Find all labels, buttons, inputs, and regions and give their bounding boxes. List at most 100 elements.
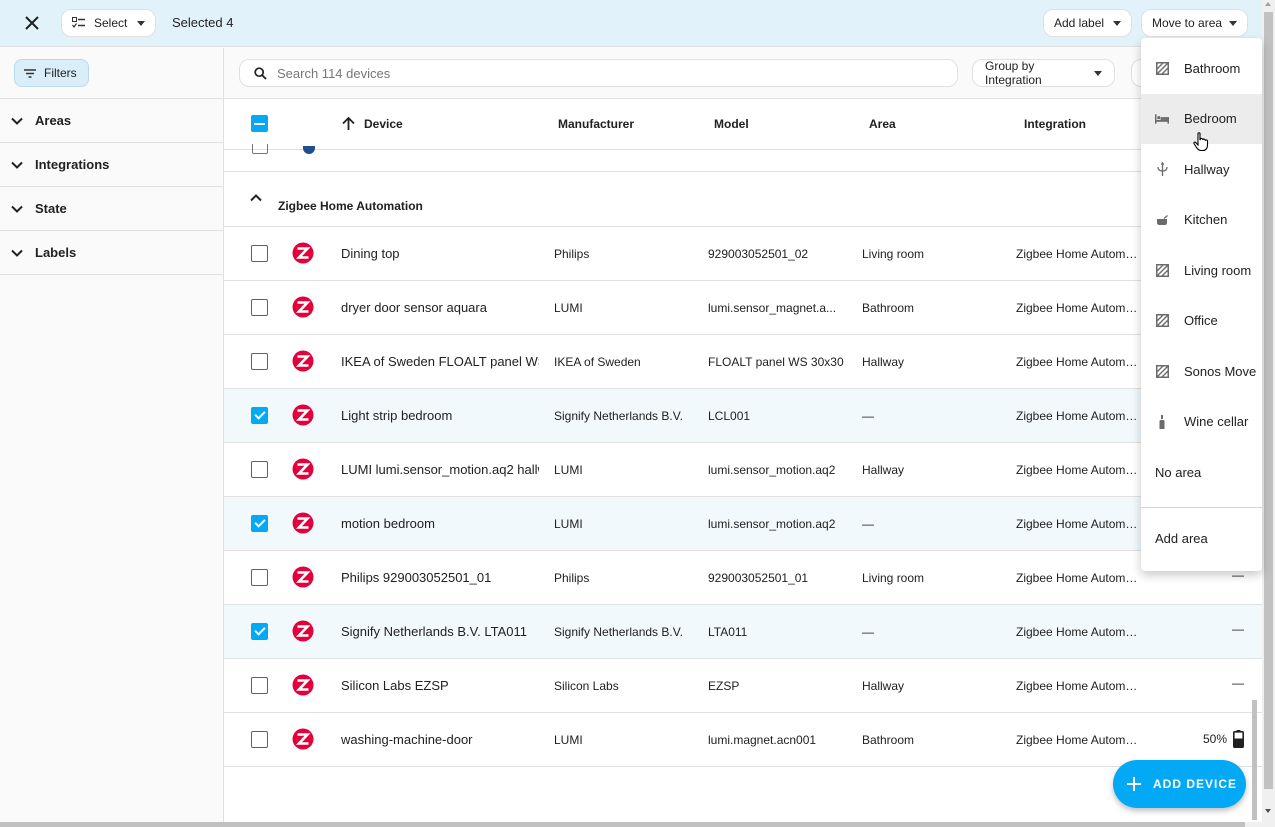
filters-toggle-button[interactable]: Filters — [14, 59, 89, 87]
zigbee-icon — [292, 674, 314, 696]
zigbee-icon — [292, 242, 314, 264]
device-integration: Zigbee Home Automation — [1016, 355, 1142, 369]
group-header-zigbee[interactable]: Zigbee Home Automation — [224, 172, 1262, 227]
zigbee-icon — [292, 728, 314, 750]
caret-down-icon — [137, 21, 145, 26]
row-checkbox[interactable] — [251, 245, 268, 262]
menu-item-area[interactable]: Office — [1141, 296, 1262, 347]
close-icon — [25, 16, 39, 30]
row-checkbox[interactable] — [251, 461, 268, 478]
texture-icon — [1155, 314, 1169, 328]
add-label-button[interactable]: Add label — [1043, 9, 1132, 37]
bed-icon — [1155, 112, 1169, 126]
filter-section-areas[interactable]: Areas — [0, 99, 223, 143]
page-vertical-scrollbar[interactable] — [1262, 0, 1275, 822]
menu-item-area[interactable]: Living room — [1141, 245, 1262, 296]
scrollbar-thumb[interactable] — [0, 822, 1245, 827]
menu-item-label: Wine cellar — [1184, 414, 1248, 429]
caret-down-icon — [1229, 21, 1237, 26]
table-row[interactable]: Signify Netherlands B.V. LTA011Signify N… — [224, 605, 1262, 659]
column-header-area[interactable]: Area — [869, 117, 896, 131]
plus-icon — [1127, 777, 1141, 791]
add-label-text: Add label — [1054, 16, 1104, 30]
table-row[interactable]: Dining topPhilips929003052501_02Living r… — [224, 227, 1262, 281]
menu-item-area[interactable]: Bedroom — [1141, 94, 1262, 145]
menu-item-no-area[interactable]: No area — [1141, 447, 1262, 498]
device-model: lumi.magnet.acn001 — [708, 733, 848, 747]
select-mode-button[interactable]: Select — [61, 9, 156, 37]
menu-item-area[interactable]: Hallway — [1141, 144, 1262, 195]
table-row[interactable]: LUMI lumi.sensor_motion.aq2 hallwayLUMIl… — [224, 443, 1262, 497]
menu-item-area[interactable]: Wine cellar — [1141, 397, 1262, 448]
move-to-area-button[interactable]: Move to area — [1141, 9, 1248, 37]
menu-item-add-area[interactable]: Add area — [1141, 508, 1262, 570]
row-checkbox[interactable] — [251, 731, 268, 748]
device-integration: Zigbee Home Automation — [1016, 517, 1142, 531]
menu-item-area[interactable]: Sonos Move — [1141, 346, 1262, 397]
menu-item-area[interactable]: Kitchen — [1141, 195, 1262, 246]
bottle-icon — [1155, 415, 1169, 429]
filters-header: Filters — [0, 48, 223, 99]
page-horizontal-scrollbar[interactable] — [0, 822, 1275, 827]
row-checkbox[interactable] — [251, 569, 268, 586]
scroll-down-arrow-icon[interactable] — [1265, 809, 1271, 813]
scroll-up-arrow-icon[interactable] — [1265, 2, 1271, 6]
exit-selection-button[interactable] — [20, 11, 44, 35]
device-integration: Zigbee Home Automation — [1016, 733, 1142, 747]
menu-item-label: Bathroom — [1184, 61, 1240, 76]
row-checkbox[interactable] — [252, 144, 268, 154]
device-model: lumi.sensor_motion.aq2 — [708, 463, 848, 477]
selected-count: Selected 4 — [172, 15, 233, 30]
table-row-partial — [224, 150, 1262, 172]
filter-section-label: Integrations — [35, 157, 109, 172]
group-by-label: Group by Integration — [985, 59, 1094, 87]
select-all-checkbox[interactable] — [251, 115, 268, 132]
device-manufacturer: LUMI — [554, 517, 583, 531]
table-row[interactable]: washing-machine-doorLUMIlumi.magnet.acn0… — [224, 713, 1262, 767]
device-area: Bathroom — [862, 301, 914, 315]
device-area: — — [862, 625, 874, 639]
column-header-integration[interactable]: Integration — [1024, 117, 1086, 131]
device-manufacturer: Signify Netherlands B.V. — [554, 409, 683, 423]
add-device-button[interactable]: ADD DEVICE — [1113, 760, 1246, 808]
filter-section-state[interactable]: State — [0, 187, 223, 231]
filter-section-integrations[interactable]: Integrations — [0, 143, 223, 187]
row-checkbox[interactable] — [251, 353, 268, 370]
row-checkbox[interactable] — [251, 299, 268, 316]
menu-item-label: Living room — [1184, 263, 1251, 278]
table-scrollbar-thumb[interactable] — [1252, 700, 1257, 820]
group-by-button[interactable]: Group by Integration — [972, 59, 1115, 87]
table-row[interactable]: motion bedroomLUMIlumi.sensor_motion.aq2… — [224, 497, 1262, 551]
column-header-device[interactable]: Device — [364, 117, 403, 131]
column-header-model[interactable]: Model — [714, 117, 749, 131]
table-row[interactable]: Philips 929003052501_01Philips9290030525… — [224, 551, 1262, 605]
table-row[interactable]: IKEA of Sweden FLOALT panel WS 30x30IKEA… — [224, 335, 1262, 389]
table-row[interactable]: Light strip bedroomSignify Netherlands B… — [224, 389, 1262, 443]
caret-down-icon — [1094, 71, 1102, 76]
row-checkbox[interactable] — [251, 623, 268, 640]
battery-level: 50% — [1203, 732, 1227, 746]
menu-item-area[interactable]: Bathroom — [1141, 43, 1262, 94]
search-box[interactable] — [239, 59, 958, 87]
device-name: Philips 929003052501_01 — [341, 570, 539, 585]
device-area: — — [862, 409, 874, 423]
device-model: lumi.sensor_magnet.a... — [708, 301, 848, 315]
scrollbar-thumb[interactable] — [1264, 12, 1273, 789]
device-icon — [303, 146, 315, 154]
filter-section-labels[interactable]: Labels — [0, 231, 223, 275]
row-checkbox[interactable] — [251, 407, 268, 424]
row-checkbox[interactable] — [251, 515, 268, 532]
row-checkbox[interactable] — [251, 677, 268, 694]
battery-level: — — [1232, 622, 1244, 636]
chevron-down-icon — [11, 117, 23, 125]
sort-ascending-icon[interactable] — [341, 116, 356, 131]
column-header-manufacturer[interactable]: Manufacturer — [558, 117, 634, 131]
device-area: — — [862, 517, 874, 531]
menu-item-label: Add area — [1155, 531, 1208, 546]
search-input[interactable] — [277, 66, 877, 81]
table-row[interactable]: Silicon Labs EZSPSilicon LabsEZSPHallway… — [224, 659, 1262, 713]
table-row[interactable]: dryer door sensor aquaraLUMIlumi.sensor_… — [224, 281, 1262, 335]
device-manufacturer: Philips — [554, 571, 589, 585]
filter-section-label: State — [35, 201, 67, 216]
add-device-label: ADD DEVICE — [1153, 777, 1237, 791]
